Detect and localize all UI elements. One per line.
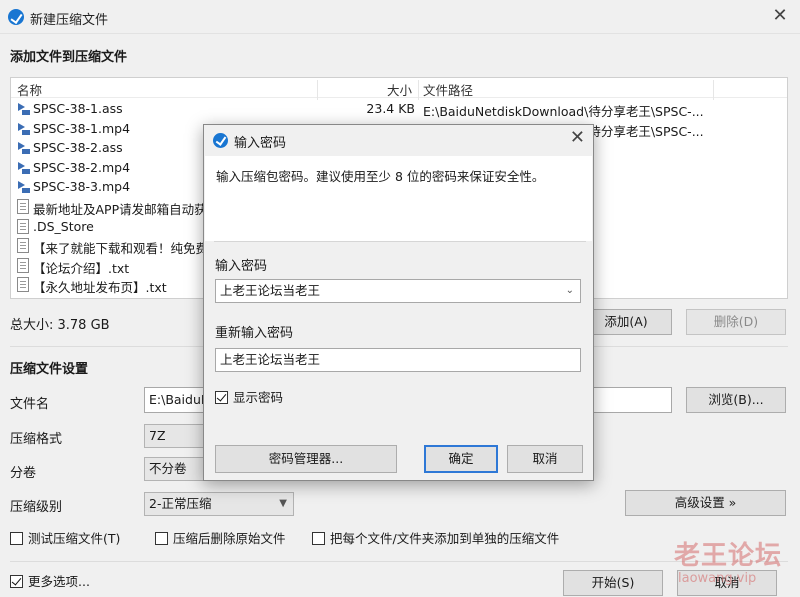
- file-name: 【论坛介绍】.txt: [33, 260, 130, 276]
- dialog-cancel-button[interactable]: 取消: [507, 445, 583, 473]
- media-file-icon: [15, 140, 30, 155]
- password-dialog: 输入密码 ✕ 输入压缩包密码。建议使用至少 8 位的密码来保证安全性。 输入密码…: [203, 124, 594, 481]
- advanced-settings-button[interactable]: 高级设置 »: [625, 490, 786, 516]
- checkbox-box[interactable]: [215, 391, 228, 404]
- app-logo-icon: [8, 9, 24, 25]
- dialog-message: 输入压缩包密码。建议使用至少 8 位的密码来保证安全性。: [216, 169, 545, 184]
- window-title: 新建压缩文件: [30, 13, 109, 28]
- volume-value: 不分卷: [149, 461, 187, 476]
- file-name: SPSC-38-1.ass: [33, 101, 123, 116]
- level-select[interactable]: 2-正常压缩 ▼: [144, 492, 294, 516]
- browse-button[interactable]: 浏览(B)...: [686, 387, 786, 413]
- checkbox-box[interactable]: [10, 575, 23, 588]
- media-file-icon: [15, 160, 30, 175]
- media-file-icon: [15, 101, 30, 116]
- file-name: SPSC-38-2.mp4: [33, 159, 131, 175]
- confirm-password-input[interactable]: 上老王论坛当老王: [215, 348, 581, 372]
- password-input[interactable]: 上老王论坛当老王 ⌄: [215, 279, 581, 303]
- file-name: 【来了就能下载和观看！纯免费: [33, 241, 209, 257]
- watermark: 老王论坛 laowang.vip: [658, 535, 798, 595]
- checkbox-label: 把每个文件/文件夹添加到单独的压缩文件: [330, 531, 560, 546]
- volume-label: 分卷: [10, 466, 37, 481]
- total-size: 总大小: 3.78 GB: [10, 318, 110, 333]
- level-value: 2-正常压缩: [149, 496, 212, 511]
- column-path[interactable]: 文件路径: [423, 80, 473, 99]
- delete-button[interactable]: 删除(D): [686, 309, 786, 335]
- file-list-header: 名称 大小 文件路径: [11, 78, 787, 100]
- file-name: SPSC-38-1.mp4: [33, 120, 131, 136]
- checkbox-box[interactable]: [155, 532, 168, 545]
- file-name: 最新地址及APP请发邮箱自动获: [33, 202, 207, 217]
- confirm-password-label: 重新输入密码: [215, 326, 294, 341]
- app-logo-icon: [213, 133, 228, 148]
- document-icon: [17, 238, 29, 254]
- password-label: 输入密码: [215, 259, 268, 274]
- title-bar: 新建压缩文件 ✕: [0, 0, 800, 34]
- file-name: SPSC-38-3.mp4: [33, 179, 131, 195]
- password-value: 上老王论坛当老王: [220, 283, 321, 298]
- add-files-heading: 添加文件到压缩文件: [10, 50, 128, 65]
- file-size: 23.4 KB: [366, 101, 415, 116]
- filename-label: 文件名: [10, 397, 50, 412]
- media-file-icon: [15, 121, 30, 136]
- dialog-close-button[interactable]: ✕: [570, 127, 585, 148]
- checkbox-label: 压缩后删除原始文件: [173, 531, 286, 546]
- file-name: 【永久地址发布页】.txt: [33, 280, 167, 296]
- chevron-down-icon[interactable]: ⌄: [566, 280, 574, 302]
- dialog-title-bar: 输入密码 ✕: [204, 125, 593, 155]
- column-name[interactable]: 名称: [17, 80, 42, 99]
- column-size[interactable]: 大小: [387, 80, 412, 99]
- media-file-icon: [15, 179, 30, 194]
- document-icon: [17, 199, 29, 214]
- file-name: .DS_Store: [33, 218, 94, 234]
- checkbox-box[interactable]: [312, 532, 325, 545]
- document-icon: [17, 277, 29, 293]
- chevron-down-icon: ▼: [279, 498, 287, 509]
- start-button[interactable]: 开始(S): [563, 570, 663, 596]
- watermark-url: laowang.vip: [678, 571, 757, 586]
- document-icon: [17, 257, 29, 273]
- file-name: SPSC-38-2.ass: [33, 140, 123, 156]
- dialog-message-area: 输入压缩包密码。建议使用至少 8 位的密码来保证安全性。: [205, 156, 592, 241]
- format-value: 7Z: [149, 428, 166, 443]
- watermark-title: 老王论坛: [674, 541, 783, 571]
- dialog-title: 输入密码: [234, 136, 287, 151]
- level-label: 压缩级别: [10, 500, 63, 515]
- file-list-row[interactable]: SPSC-38-1.ass 23.4 KB E:\BaiduNetdiskDownl…: [11, 99, 787, 119]
- ok-button[interactable]: 确定: [424, 445, 498, 473]
- checkbox-box[interactable]: [10, 532, 23, 545]
- file-path: E:\BaiduNetdiskDownload\待分享老王\SPSC-...: [423, 104, 704, 119]
- checkbox-label: 更多选项...: [28, 574, 90, 589]
- settings-heading: 压缩文件设置: [10, 362, 89, 377]
- checkbox-label: 测试压缩文件(T): [28, 531, 121, 546]
- checkbox-label: 显示密码: [233, 390, 284, 405]
- document-icon: [17, 218, 29, 234]
- password-manager-button[interactable]: 密码管理器...: [215, 445, 397, 473]
- format-label: 压缩格式: [10, 432, 63, 447]
- window-close-button[interactable]: ✕: [768, 5, 792, 29]
